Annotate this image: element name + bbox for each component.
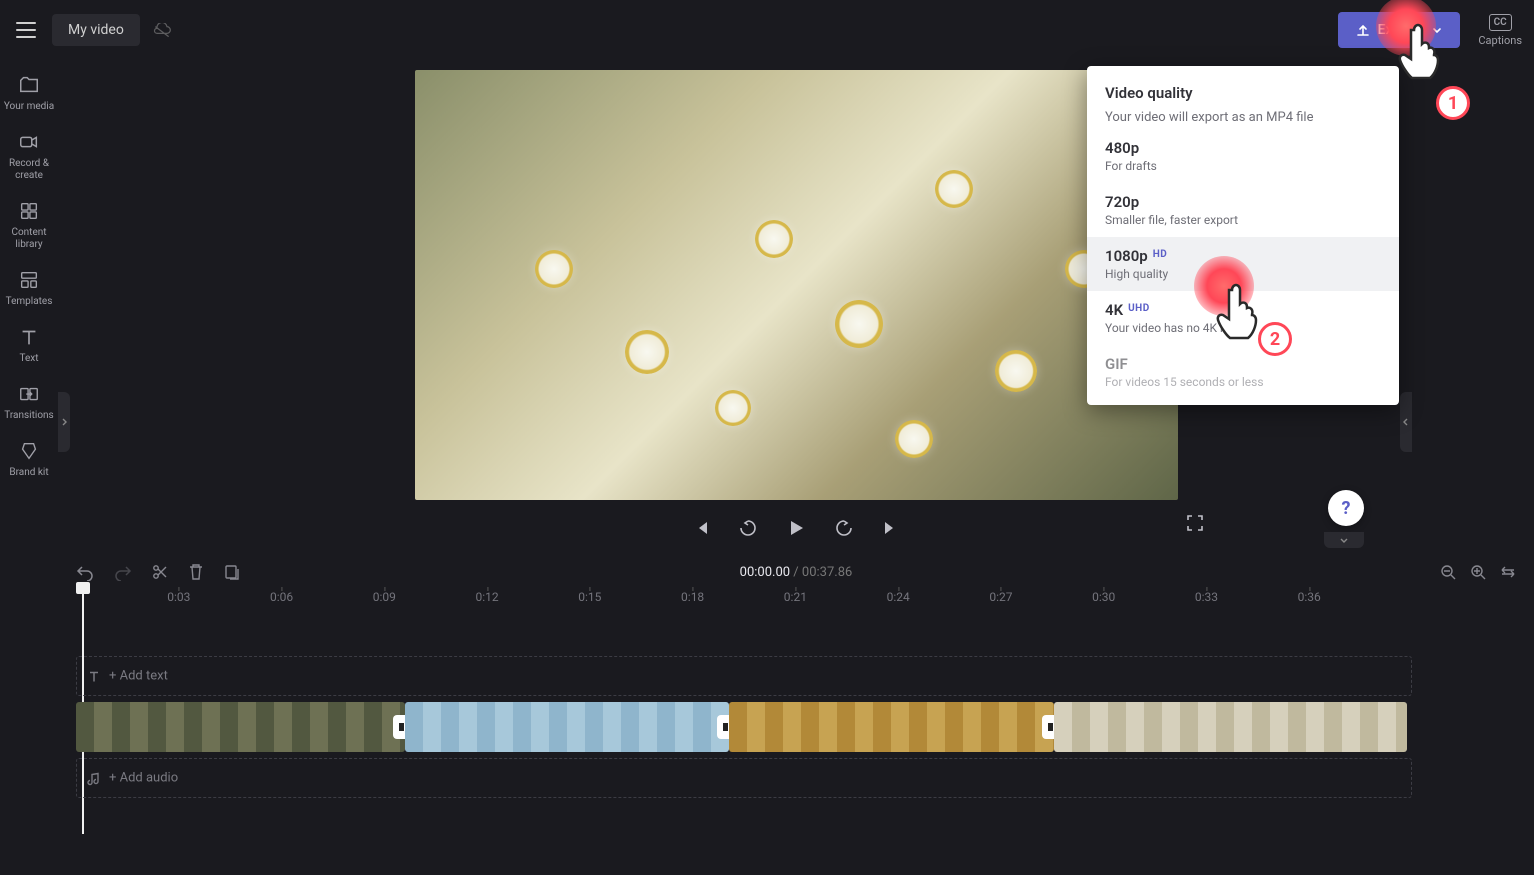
brandkit-icon — [18, 440, 40, 462]
quality-option-1080p[interactable]: 1080pHD High quality — [1087, 237, 1399, 291]
music-note-icon — [87, 771, 101, 785]
player-controls — [692, 516, 900, 540]
sidebar-label: Record & create — [2, 158, 56, 182]
fullscreen-icon[interactable] — [1186, 514, 1204, 532]
ruler-tick: 0:33 — [1195, 590, 1218, 604]
topbar: My video Export CC Captions — [0, 0, 1534, 60]
skip-back-icon[interactable] — [692, 518, 712, 538]
timeline-tracks: + Add text + Add audio — [76, 616, 1412, 804]
sidebar-label: Templates — [6, 296, 53, 308]
trash-icon[interactable] — [188, 563, 204, 581]
text-icon — [18, 326, 40, 348]
help-button[interactable]: ? — [1328, 490, 1364, 526]
export-button[interactable]: Export — [1338, 12, 1461, 48]
folder-icon — [18, 74, 40, 96]
video-clip-3[interactable] — [729, 702, 1054, 752]
skip-forward-icon[interactable] — [880, 518, 900, 538]
forward-icon[interactable] — [834, 518, 854, 538]
transition-badge-icon[interactable] — [1042, 715, 1054, 739]
expand-down-tab[interactable] — [1324, 532, 1364, 548]
menu-hamburger-icon[interactable] — [12, 16, 40, 44]
video-clip-4[interactable] — [1054, 702, 1407, 752]
transition-badge-icon[interactable] — [717, 715, 729, 739]
audio-track[interactable]: + Add audio — [76, 758, 1412, 798]
text-track[interactable]: + Add text — [76, 656, 1412, 696]
rewind-icon[interactable] — [738, 518, 758, 538]
undo-icon[interactable] — [76, 563, 94, 581]
video-title-input[interactable]: My video — [52, 14, 140, 46]
play-icon[interactable] — [784, 516, 808, 540]
quality-option-720p[interactable]: 720p Smaller file, faster export — [1087, 183, 1399, 237]
dropdown-title: Video quality — [1105, 84, 1381, 102]
add-text-hint: + Add text — [87, 669, 168, 684]
export-quality-dropdown: Video quality Your video will export as … — [1087, 66, 1399, 405]
redo-icon[interactable] — [114, 563, 132, 581]
add-audio-hint: + Add audio — [87, 771, 178, 786]
camcorder-icon — [18, 131, 40, 153]
export-label: Export — [1378, 22, 1419, 38]
time-display: 00:00.00 / 00:37.86 — [740, 565, 853, 580]
cloud-sync-icon — [152, 23, 172, 37]
ruler-tick: 0:27 — [989, 590, 1012, 604]
timeline-toolbar: 00:00.00 / 00:37.86 — [58, 555, 1534, 589]
scissors-icon[interactable] — [152, 564, 168, 580]
sidebar-item-templates[interactable]: Templates — [0, 269, 58, 308]
zoom-out-icon[interactable] — [1440, 564, 1456, 580]
ruler-tick: 0:36 — [1298, 590, 1321, 604]
video-preview[interactable] — [415, 70, 1178, 500]
captions-button[interactable]: CC Captions — [1478, 14, 1522, 47]
sidebar-label: Text — [19, 353, 38, 365]
sidebar-item-brand-kit[interactable]: Brand kit — [0, 440, 58, 479]
sidebar-item-record-create[interactable]: Record & create — [0, 131, 58, 182]
sidebar-label: Transitions — [4, 410, 53, 422]
ruler-tick: 0:30 — [1092, 590, 1115, 604]
ruler-tick: 0:15 — [578, 590, 601, 604]
transitions-icon — [18, 383, 40, 405]
track-spacer — [76, 616, 1412, 650]
ruler-tick: 0:03 — [167, 590, 190, 604]
sidebar-item-content-library[interactable]: Content library — [0, 200, 58, 251]
library-icon — [18, 200, 40, 222]
video-clip-1[interactable] — [76, 702, 405, 752]
upload-icon — [1356, 23, 1370, 37]
quality-option-4k[interactable]: 4KUHD Your video has no 4K media — [1087, 291, 1399, 345]
sidebar: Your media Record & create Content libra… — [0, 60, 58, 479]
sidebar-label: Content library — [2, 227, 56, 251]
ruler-tick: 0:18 — [681, 590, 704, 604]
zoom-in-icon[interactable] — [1470, 564, 1486, 580]
ruler-tick: 0:06 — [270, 590, 293, 604]
ruler-tick: 0:12 — [475, 590, 498, 604]
sidebar-item-transitions[interactable]: Transitions — [0, 383, 58, 422]
quality-option-480p[interactable]: 480p For drafts — [1087, 129, 1399, 183]
video-clip-2[interactable] — [405, 702, 730, 752]
split-icon[interactable] — [224, 563, 242, 581]
quality-option-gif[interactable]: GIF For videos 15 seconds or less — [1087, 345, 1399, 399]
ruler-tick: 0:21 — [784, 590, 807, 604]
zoom-tools — [1440, 564, 1516, 580]
cc-icon: CC — [1489, 14, 1512, 31]
sidebar-item-text[interactable]: Text — [0, 326, 58, 365]
templates-icon — [18, 269, 40, 291]
ruler-tick: 0:24 — [887, 590, 910, 604]
captions-label: Captions — [1478, 34, 1522, 47]
transition-badge-icon[interactable] — [393, 715, 405, 739]
chevron-down-icon — [1432, 25, 1442, 35]
playhead-handle[interactable] — [76, 582, 90, 594]
fit-timeline-icon[interactable] — [1500, 564, 1516, 580]
ruler-tick: 0:09 — [373, 590, 396, 604]
sidebar-label: Your media — [4, 101, 54, 113]
dropdown-subtitle: Your video will export as an MP4 file — [1105, 110, 1381, 125]
timeline-ruler[interactable]: 0:03 0:06 0:09 0:12 0:15 0:18 0:21 0:24 0:27 0:30… — [76, 590, 1412, 610]
video-track[interactable] — [76, 702, 1412, 752]
sidebar-item-your-media[interactable]: Your media — [0, 74, 58, 113]
text-glyph-icon — [87, 669, 101, 683]
sidebar-label: Brand kit — [9, 467, 48, 479]
